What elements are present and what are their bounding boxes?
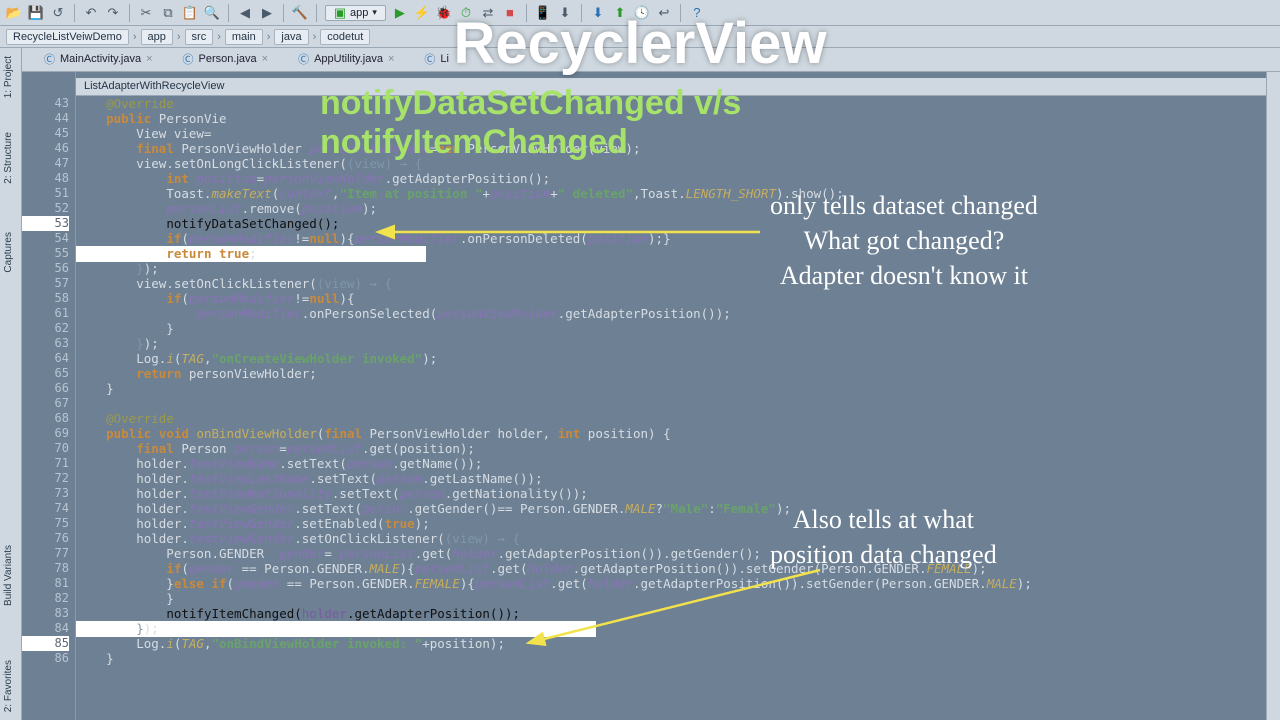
- chevron-down-icon: ▾: [372, 7, 377, 18]
- editor-tabs: ⒸMainActivity.java× ⒸPerson.java× ⒸAppUt…: [0, 48, 1280, 72]
- vcs-commit-icon[interactable]: ⬆: [612, 5, 628, 21]
- close-icon[interactable]: ×: [388, 53, 394, 65]
- open-icon[interactable]: 📂: [6, 5, 22, 21]
- sidebar-tab-project[interactable]: 1: Project: [3, 52, 14, 102]
- vcs-update-icon[interactable]: ⬇: [590, 5, 606, 21]
- breadcrumb-item[interactable]: RecycleListVeiwDemo: [6, 29, 129, 45]
- vcs-history-icon[interactable]: 🕓: [634, 5, 650, 21]
- line-gutter: 4344454647485152535455565758616263646566…: [22, 72, 76, 720]
- profile-icon[interactable]: ⏱: [458, 5, 474, 21]
- close-icon[interactable]: ×: [262, 53, 268, 65]
- breadcrumb-item[interactable]: src: [185, 29, 214, 45]
- avd-manager-icon[interactable]: 📱: [535, 5, 551, 21]
- vcs-revert-icon[interactable]: ↩: [656, 5, 672, 21]
- redo-icon[interactable]: ↷: [105, 5, 121, 21]
- sidebar-tab-build-variants[interactable]: Build Variants: [3, 541, 14, 610]
- sidebar-tab-captures[interactable]: Captures: [3, 228, 14, 277]
- run-config-selector[interactable]: ▣ app ▾: [325, 5, 386, 21]
- help-icon[interactable]: ?: [689, 5, 705, 21]
- run-icon[interactable]: ▶: [392, 5, 408, 21]
- undo-icon[interactable]: ↶: [83, 5, 99, 21]
- breadcrumb-item[interactable]: codetut: [320, 29, 370, 45]
- find-icon[interactable]: 🔍: [204, 5, 220, 21]
- tab-list-adapter[interactable]: ⒸLi: [416, 48, 457, 71]
- main-toolbar: 📂 💾 ↺ ↶ ↷ ✂ ⧉ 📋 🔍 ◀ ▶ 🔨 ▣ app ▾ ▶ ⚡ 🐞 ⏱ …: [0, 0, 1280, 26]
- build-icon[interactable]: 🔨: [292, 5, 308, 21]
- apply-changes-icon[interactable]: ⚡: [414, 5, 430, 21]
- stop-icon[interactable]: ■: [502, 5, 518, 21]
- sdk-manager-icon[interactable]: ⬇: [557, 5, 573, 21]
- cut-icon[interactable]: ✂: [138, 5, 154, 21]
- code-editor[interactable]: 4344454647485152535455565758616263646566…: [22, 72, 1266, 720]
- sync-icon[interactable]: ↺: [50, 5, 66, 21]
- breadcrumb-item[interactable]: main: [225, 29, 263, 45]
- attach-debugger-icon[interactable]: ⇄: [480, 5, 496, 21]
- debug-icon[interactable]: 🐞: [436, 5, 452, 21]
- sidebar-tab-structure[interactable]: 2: Structure: [3, 128, 14, 188]
- tab-apputility[interactable]: ⒸAppUtility.java×: [290, 48, 402, 71]
- forward-icon[interactable]: ▶: [259, 5, 275, 21]
- paste-icon[interactable]: 📋: [182, 5, 198, 21]
- right-tool-strip: [1266, 72, 1280, 720]
- close-icon[interactable]: ×: [146, 53, 152, 65]
- run-config-label: app: [350, 7, 368, 19]
- back-icon[interactable]: ◀: [237, 5, 253, 21]
- breadcrumb-item[interactable]: java: [274, 29, 308, 45]
- tab-main-activity[interactable]: ⒸMainActivity.java×: [36, 48, 161, 71]
- copy-icon[interactable]: ⧉: [160, 5, 176, 21]
- left-tool-strip: 1: Project 2: Structure Captures Build V…: [0, 48, 22, 720]
- sidebar-tab-favorites[interactable]: 2: Favorites: [3, 656, 14, 716]
- tab-person[interactable]: ⒸPerson.java×: [175, 48, 277, 71]
- save-icon[interactable]: 💾: [28, 5, 44, 21]
- breadcrumb-item[interactable]: app: [141, 29, 173, 45]
- editor-crumb[interactable]: ListAdapterWithRecycleView: [76, 78, 1266, 96]
- breadcrumb: RecycleListVeiwDemo › app › src › main ›…: [0, 26, 1280, 48]
